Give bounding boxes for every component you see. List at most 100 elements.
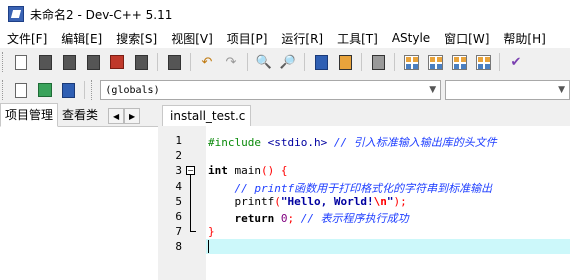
open-file-button[interactable] xyxy=(36,53,54,71)
remove-from-project-icon xyxy=(62,82,76,98)
debug-button[interactable]: ✔ xyxy=(507,53,525,71)
code-token: "Hello, World! xyxy=(280,194,374,208)
toolbar-separator xyxy=(499,53,500,71)
code-token: printf xyxy=(208,194,275,208)
unindent-icon xyxy=(338,54,352,70)
toolbar-separator xyxy=(84,81,86,99)
add-to-project-button[interactable] xyxy=(36,81,54,99)
toolbar-grip[interactable] xyxy=(2,80,6,100)
close-file-button[interactable] xyxy=(108,53,126,71)
menu-project[interactable]: 项目[P] xyxy=(220,30,275,47)
toolbar-separator xyxy=(361,53,362,71)
line-number: 8 xyxy=(175,240,182,254)
replace-button[interactable]: 🔎 xyxy=(279,53,297,71)
line-number: 3 xyxy=(175,164,182,178)
compile-run-icon xyxy=(451,54,467,70)
toolbar-separator xyxy=(394,53,395,71)
compile-run-button[interactable] xyxy=(450,53,468,71)
compile-icon xyxy=(403,54,419,70)
line-number: 1 xyxy=(175,134,182,147)
toolbar-separator xyxy=(190,53,191,71)
text-caret xyxy=(208,240,209,254)
chevron-right-icon: ▶ xyxy=(128,111,136,121)
code-line[interactable]: #include <stdio.h> // 引入标准输入输出库的头文件 xyxy=(208,134,497,150)
window-title: 未命名2 - Dev-C++ 5.11 xyxy=(30,7,173,22)
code-token: <stdio.h> xyxy=(267,136,328,149)
toolbar-separator xyxy=(304,53,305,71)
code-token: #include xyxy=(208,136,268,149)
tab-install-test[interactable]: install_test.c xyxy=(162,105,252,126)
code-token: int xyxy=(208,164,228,178)
replace-icon: 🔎 xyxy=(279,54,297,70)
left-panel: 项目管理 查看类 ◀ ▶ xyxy=(0,103,158,280)
remove-from-project-button[interactable] xyxy=(60,81,78,99)
code-token: ); xyxy=(393,194,407,208)
code-token: main xyxy=(227,164,261,178)
code-line[interactable]: int main() { xyxy=(208,164,288,177)
chevron-left-icon: ◀ xyxy=(112,111,120,121)
redo-button[interactable]: ↷ xyxy=(222,53,240,71)
left-panel-tabs: 项目管理 查看类 ◀ ▶ xyxy=(0,103,158,127)
close-file-icon xyxy=(110,55,124,69)
undo-button[interactable]: ↶ xyxy=(198,53,216,71)
code-token: return xyxy=(234,212,275,225)
current-line-highlight xyxy=(206,239,570,255)
compile-button[interactable] xyxy=(402,53,420,71)
line-number: 5 xyxy=(175,194,182,208)
fold-guide-line xyxy=(190,175,191,232)
add-to-project-icon xyxy=(37,83,52,97)
menu-search[interactable]: 搜索[S] xyxy=(109,30,164,47)
line-number: 2 xyxy=(175,149,182,163)
tab-scroll-right-button[interactable]: ▶ xyxy=(124,108,141,124)
new-project-icon xyxy=(14,82,27,98)
menu-view[interactable]: 视图[V] xyxy=(164,30,220,47)
project-tree[interactable] xyxy=(0,127,158,280)
rebuild-button[interactable] xyxy=(474,53,492,71)
editor-tabs: install_test.c xyxy=(162,104,570,126)
bookmark-button[interactable] xyxy=(369,53,387,71)
scope-combo-value: (globals) xyxy=(105,84,160,96)
code-token: 0 xyxy=(280,212,288,225)
toolbar-separator xyxy=(157,53,158,71)
indent-button[interactable] xyxy=(312,53,330,71)
save-all-button[interactable] xyxy=(84,53,102,71)
menu-execute[interactable]: 运行[R] xyxy=(274,30,330,47)
tab-class-browser[interactable]: 查看类 xyxy=(58,104,102,126)
scope-combo[interactable]: (globals) ▼ xyxy=(100,80,442,100)
menu-edit[interactable]: 编辑[E] xyxy=(54,30,109,47)
function-combo[interactable]: ▼ xyxy=(445,80,570,100)
chevron-down-icon: ▼ xyxy=(429,85,437,95)
menu-tools[interactable]: 工具[T] xyxy=(330,30,385,47)
rebuild-icon xyxy=(475,54,491,70)
save-button[interactable] xyxy=(60,53,78,71)
menu-bar: 文件[F] 编辑[E] 搜索[S] 视图[V] 项目[P] 运行[R] 工具[T… xyxy=(0,28,570,48)
new-file-button[interactable] xyxy=(12,53,30,71)
code-token: { xyxy=(280,164,288,178)
code-line[interactable]: return 0; // 表示程序执行成功 xyxy=(208,210,409,226)
print-button[interactable] xyxy=(165,53,183,71)
tab-project-manager[interactable]: 项目管理 xyxy=(0,103,59,127)
undo-icon: ↶ xyxy=(201,54,213,70)
menu-help[interactable]: 帮助[H] xyxy=(496,30,552,47)
print-icon xyxy=(167,54,181,70)
tab-scroll-buttons: ◀ ▶ xyxy=(108,108,141,124)
debug-icon: ✔ xyxy=(510,54,522,70)
find-button[interactable]: 🔍 xyxy=(255,53,273,71)
code-line[interactable]: // printf函数用于打印格式化的字符串到标准输出 xyxy=(208,180,492,196)
code-line[interactable]: } xyxy=(208,225,215,238)
code-line[interactable]: printf("Hello, World!\n"); xyxy=(208,194,407,208)
tab-scroll-left-button[interactable]: ◀ xyxy=(108,108,125,124)
new-project-button[interactable] xyxy=(12,81,30,99)
menu-file[interactable]: 文件[F] xyxy=(0,30,54,47)
toolbar-grip[interactable] xyxy=(2,52,6,72)
toolbar-separator xyxy=(247,53,248,71)
run-button[interactable] xyxy=(426,53,444,71)
code-token: // 表示程序执行成功 xyxy=(294,212,409,225)
menu-window[interactable]: 窗口[W] xyxy=(437,30,496,47)
toolbar-grip[interactable] xyxy=(91,80,95,100)
close-all-button[interactable] xyxy=(132,53,150,71)
fold-toggle-icon[interactable]: − xyxy=(186,166,195,176)
unindent-button[interactable] xyxy=(336,53,354,71)
menu-astyle[interactable]: AStyle xyxy=(385,31,437,45)
